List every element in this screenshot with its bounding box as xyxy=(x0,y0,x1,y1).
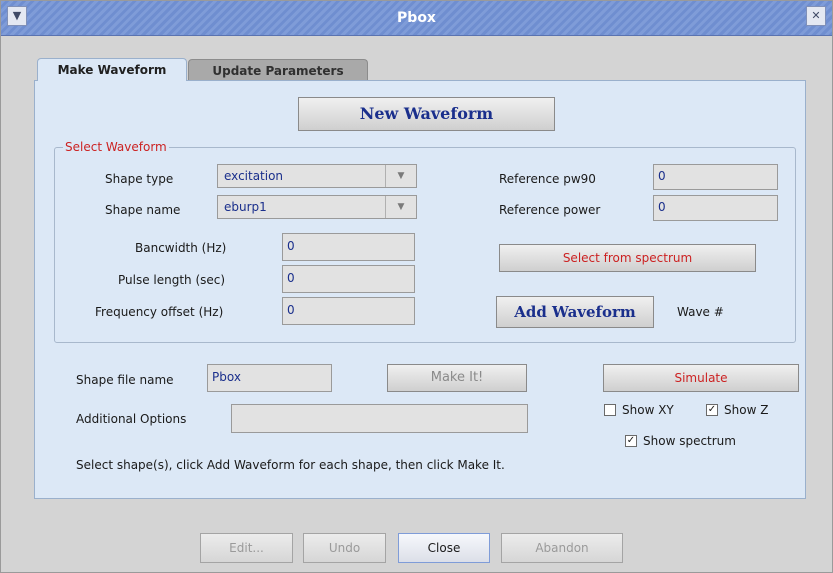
reference-pw90-input[interactable]: 0 xyxy=(653,164,778,190)
pulse-length-label: Pulse length (sec) xyxy=(118,273,226,287)
title-bar[interactable]: ▼ Pbox ✕ xyxy=(1,1,832,36)
show-spectrum-checkbox[interactable]: ✓ xyxy=(625,435,637,447)
select-waveform-title: Select Waveform xyxy=(63,140,169,154)
show-xy-checkbox[interactable] xyxy=(604,404,616,416)
bandwidth-input[interactable]: 0 xyxy=(282,233,415,261)
shape-type-select[interactable]: excitation ▼ xyxy=(217,164,417,188)
additional-options-label: Additional Options xyxy=(76,412,187,426)
abandon-button[interactable]: Abandon xyxy=(501,533,623,563)
pbox-window: ▼ Pbox ✕ Make Waveform Update Parameters… xyxy=(0,0,833,573)
make-it-button[interactable]: Make It! xyxy=(387,364,527,392)
shape-file-name-label: Shape file name xyxy=(76,373,174,387)
reference-pw90-label: Reference pw90 xyxy=(499,172,596,186)
frequency-offset-label: Frequency offset (Hz) xyxy=(95,305,224,319)
reference-power-label: Reference power xyxy=(499,203,601,217)
tab-update-parameters[interactable]: Update Parameters xyxy=(188,59,368,81)
new-waveform-button[interactable]: New Waveform xyxy=(298,97,555,131)
close-button[interactable]: Close xyxy=(398,533,490,563)
show-spectrum-label: Show spectrum xyxy=(643,434,736,448)
pulse-length-input[interactable]: 0 xyxy=(282,265,415,293)
additional-options-input[interactable] xyxy=(231,404,528,433)
shape-type-value: excitation xyxy=(224,169,284,183)
edit-button[interactable]: Edit... xyxy=(200,533,293,563)
instructions-text: Select shape(s), click Add Waveform for … xyxy=(76,458,505,472)
show-z-label: Show Z xyxy=(724,403,769,417)
shape-type-label: Shape type xyxy=(105,172,174,186)
shape-file-name-input[interactable]: Pbox xyxy=(207,364,332,392)
bandwidth-label: Bancwidth (Hz) xyxy=(135,241,227,255)
tab-make-waveform[interactable]: Make Waveform xyxy=(37,58,187,81)
shape-name-value: eburp1 xyxy=(224,200,267,214)
undo-button[interactable]: Undo xyxy=(303,533,386,563)
wave-number-label: Wave # xyxy=(677,305,724,319)
shape-name-label: Shape name xyxy=(105,203,181,217)
dropdown-arrow-icon[interactable]: ▼ xyxy=(385,196,416,218)
close-icon[interactable]: ✕ xyxy=(806,6,826,26)
select-from-spectrum-button[interactable]: Select from spectrum xyxy=(499,244,756,272)
reference-power-input[interactable]: 0 xyxy=(653,195,778,221)
simulate-button[interactable]: Simulate xyxy=(603,364,799,392)
window-title: Pbox xyxy=(397,10,436,26)
add-waveform-button[interactable]: Add Waveform xyxy=(496,296,654,328)
frequency-offset-input[interactable]: 0 xyxy=(282,297,415,325)
show-xy-label: Show XY xyxy=(622,403,674,417)
dropdown-arrow-icon[interactable]: ▼ xyxy=(385,165,416,187)
shape-name-select[interactable]: eburp1 ▼ xyxy=(217,195,417,219)
show-z-checkbox[interactable]: ✓ xyxy=(706,404,718,416)
